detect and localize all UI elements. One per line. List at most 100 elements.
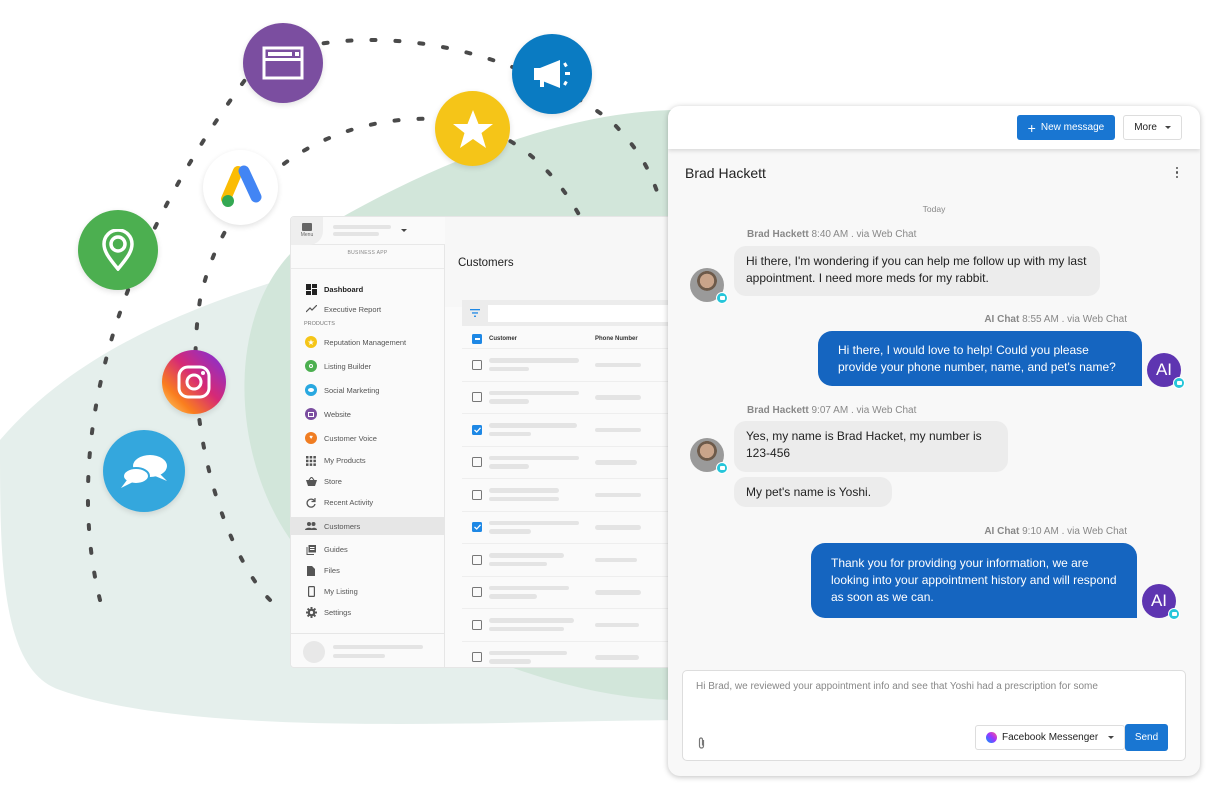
account-dropdown-caret-icon[interactable]	[401, 229, 407, 232]
main-content: Customers Customer Phone Number	[445, 217, 669, 668]
channel-select[interactable]: Facebook Messenger	[975, 725, 1126, 750]
table-row[interactable]	[462, 642, 669, 668]
chat-bubbles-icon	[305, 384, 317, 396]
customers-table: Customer Phone Number	[462, 330, 669, 668]
menu-button[interactable]: Menu	[291, 217, 323, 245]
sidebar-item-label: Executive Report	[324, 304, 382, 314]
library-books-icon	[305, 544, 317, 556]
message-meta: Brad Hackett 8:40 AM . via Web Chat	[747, 229, 917, 240]
sidebar-item-label: Website	[324, 409, 351, 419]
row-checkbox[interactable]	[472, 392, 482, 403]
sidebar-item-label: Customer Voice	[324, 433, 377, 443]
sidebar-item-listing-builder[interactable]: Listing Builder	[291, 354, 444, 378]
customer-cell	[489, 618, 595, 632]
row-checkbox[interactable]	[472, 652, 482, 663]
select-all-checkbox[interactable]	[472, 334, 482, 344]
row-checkbox[interactable]	[472, 554, 482, 565]
refresh-icon	[305, 497, 317, 509]
table-row[interactable]	[462, 609, 669, 642]
trending-icon	[305, 303, 317, 315]
dashboard-icon	[305, 284, 317, 296]
heart-icon: ♥	[305, 432, 317, 444]
sidebar-item-executive-report[interactable]: Executive Report	[291, 300, 444, 318]
star-icon: ★	[305, 336, 317, 348]
menu-label: Menu	[300, 232, 314, 238]
message-meta: Brad Hackett 9:07 AM . via Web Chat	[747, 405, 917, 416]
phone-cell	[595, 622, 639, 627]
sidebar-item-website[interactable]: Website	[291, 402, 444, 426]
row-checkbox[interactable]	[472, 489, 482, 500]
row-checkbox[interactable]	[472, 619, 482, 630]
avatar	[690, 438, 728, 474]
web-chat-badge-icon	[1168, 608, 1180, 620]
chat-toolbar: + New message More	[668, 106, 1200, 149]
sidebar-item-customer-voice[interactable]: ♥ Customer Voice	[291, 426, 444, 450]
sidebar-item-label: Listing Builder	[324, 361, 372, 371]
sidebar-item-dashboard[interactable]: Dashboard	[291, 279, 444, 300]
kebab-menu-icon[interactable]	[1175, 166, 1178, 179]
channel-label: Facebook Messenger	[1002, 732, 1099, 743]
table-row[interactable]	[462, 577, 669, 609]
conversation-panel: + New message More Brad Hackett Today Br…	[668, 106, 1200, 776]
sidebar-item-guides[interactable]: Guides	[291, 539, 444, 560]
instagram-floating-icon	[162, 350, 226, 414]
send-button[interactable]: Send	[1125, 724, 1168, 751]
table-row[interactable]	[462, 479, 669, 512]
phone-cell	[595, 427, 641, 432]
row-checkbox[interactable]	[472, 359, 482, 370]
user-profile[interactable]	[291, 633, 445, 667]
business-app-window: Menu BUSINESS APP Dashboard Executive Re…	[290, 216, 670, 668]
sidebar-item-customers[interactable]: Customers	[291, 517, 444, 535]
column-header-phone[interactable]: Phone Number	[595, 336, 638, 342]
sidebar-item-social-marketing[interactable]: Social Marketing	[291, 378, 444, 402]
web-chat-badge-icon	[716, 462, 728, 474]
sidebar-item-files[interactable]: Files	[291, 560, 444, 581]
filter-icon[interactable]	[470, 309, 480, 317]
grid-icon	[305, 455, 317, 467]
avatar	[303, 640, 325, 663]
app-topbar: Menu	[291, 217, 445, 245]
more-button[interactable]: More	[1123, 115, 1182, 140]
sidebar-item-label: Store	[324, 477, 342, 486]
sidebar-item-label: My Listing	[324, 587, 358, 596]
sidebar-item-reputation-management[interactable]: ★ Reputation Management	[291, 330, 444, 354]
sidebar-item-label: Reputation Management	[324, 337, 407, 347]
phone-cell	[595, 492, 641, 497]
sidebar-item-store[interactable]: Store	[291, 471, 444, 492]
row-checkbox[interactable]	[472, 587, 482, 598]
website-floating-icon	[243, 23, 323, 103]
table-row[interactable]	[462, 382, 669, 414]
customer-cell	[489, 520, 595, 534]
paperclip-icon[interactable]	[698, 737, 705, 749]
sidebar-item-my-products[interactable]: My Products	[291, 450, 444, 471]
customer-cell	[489, 358, 595, 372]
phone-cell	[595, 590, 641, 595]
message-composer[interactable]: Hi Brad, we reviewed your appointment in…	[682, 670, 1186, 761]
column-header-customer[interactable]: Customer	[489, 336, 595, 342]
sidebar: Menu BUSINESS APP Dashboard Executive Re…	[291, 217, 445, 667]
search-input[interactable]	[488, 304, 669, 322]
customer-cell	[489, 390, 595, 404]
sidebar-item-my-listing[interactable]: My Listing	[291, 581, 444, 602]
row-checkbox[interactable]	[472, 424, 482, 435]
sidebar-item-label: Files	[324, 566, 340, 575]
google-ads-floating-icon	[203, 150, 278, 225]
customer-cell	[489, 423, 595, 437]
table-row[interactable]	[462, 512, 669, 544]
new-message-button[interactable]: + New message	[1016, 115, 1116, 140]
table-row[interactable]	[462, 349, 669, 382]
row-checkbox[interactable]	[472, 457, 482, 468]
table-row[interactable]	[462, 544, 669, 577]
sidebar-item-recent-activity[interactable]: Recent Activity	[291, 492, 444, 513]
composer-input[interactable]: Hi Brad, we reviewed your appointment in…	[696, 681, 1098, 692]
table-row[interactable]	[462, 447, 669, 479]
sidebar-item-label: Settings	[324, 608, 352, 617]
account-switcher[interactable]	[333, 225, 391, 236]
table-header: Customer Phone Number	[462, 330, 669, 349]
location-pin-floating-icon	[78, 210, 158, 290]
phone-cell	[595, 362, 641, 367]
row-checkbox[interactable]	[472, 522, 482, 533]
table-row[interactable]	[462, 414, 669, 447]
phone-icon	[305, 586, 317, 598]
sidebar-item-settings[interactable]: Settings	[291, 602, 444, 623]
